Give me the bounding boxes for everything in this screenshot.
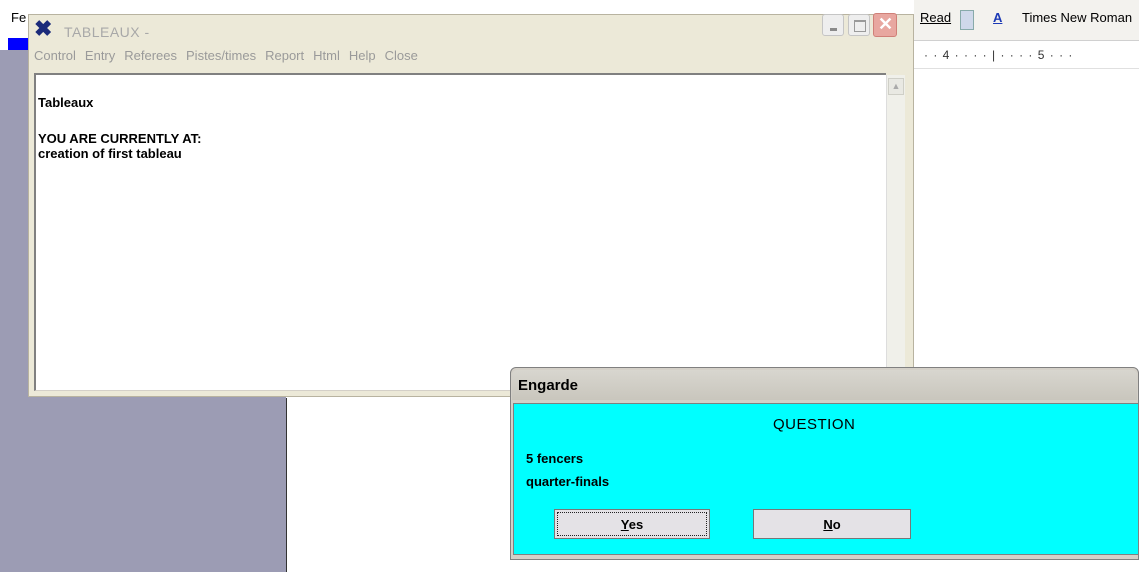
scroll-up-icon[interactable]: ▲ <box>888 78 904 95</box>
location-value: creation of first tableau <box>38 146 182 161</box>
background-title-fragment: Fe <box>11 10 27 25</box>
no-button[interactable]: No <box>753 509 911 539</box>
dialog-title: Engarde <box>518 377 579 394</box>
close-button[interactable]: ✕ <box>873 13 897 37</box>
yes-button[interactable]: Yes <box>554 509 710 539</box>
menu-pistes-times[interactable]: Pistes/times <box>186 48 256 68</box>
menu-html[interactable]: Html <box>313 48 340 68</box>
yes-label: es <box>628 516 644 532</box>
vertical-scrollbar[interactable] <box>886 75 905 391</box>
font-name-box[interactable]: Times New Roman <box>1022 10 1132 25</box>
minimize-button[interactable] <box>822 14 844 36</box>
close-icon: ✕ <box>878 14 894 34</box>
no-mnemonic: N <box>823 516 833 532</box>
no-label: o <box>832 516 841 532</box>
word-read-button[interactable]: Read <box>920 10 951 25</box>
menu-close[interactable]: Close <box>385 48 418 68</box>
dialog-titlebar[interactable] <box>512 370 1137 400</box>
menu-bar: Control Entry Referees Pistes/times Repo… <box>34 48 427 68</box>
menu-entry[interactable]: Entry <box>85 48 115 68</box>
content-pane <box>34 73 886 391</box>
styles-icon[interactable]: A <box>993 10 1002 25</box>
background-divider <box>286 398 287 572</box>
content-heading: Tableaux <box>38 95 94 110</box>
yes-mnemonic: Y <box>620 516 629 532</box>
word-read-dropdown[interactable] <box>960 10 974 30</box>
menu-help[interactable]: Help <box>349 48 376 68</box>
question-line-fencers: 5 fencers <box>526 451 584 466</box>
location-label: YOU ARE CURRENTLY AT: <box>38 131 202 146</box>
menu-referees[interactable]: Referees <box>124 48 177 68</box>
ruler-ticks: · · 4 · · · · | · · · · 5 · · · <box>924 48 1074 62</box>
maximize-button[interactable] <box>848 14 870 36</box>
background-blue-block <box>8 38 28 50</box>
word-ruler: · · 4 · · · · | · · · · 5 · · · <box>914 44 1139 69</box>
menu-report[interactable]: Report <box>265 48 304 68</box>
crossed-swords-icon: ✖ <box>34 16 53 41</box>
question-heading: QUESTION <box>773 416 856 433</box>
window-title: TABLEAUX - <box>64 24 150 40</box>
menu-control[interactable]: Control <box>34 48 76 68</box>
question-line-round: quarter-finals <box>526 474 610 489</box>
